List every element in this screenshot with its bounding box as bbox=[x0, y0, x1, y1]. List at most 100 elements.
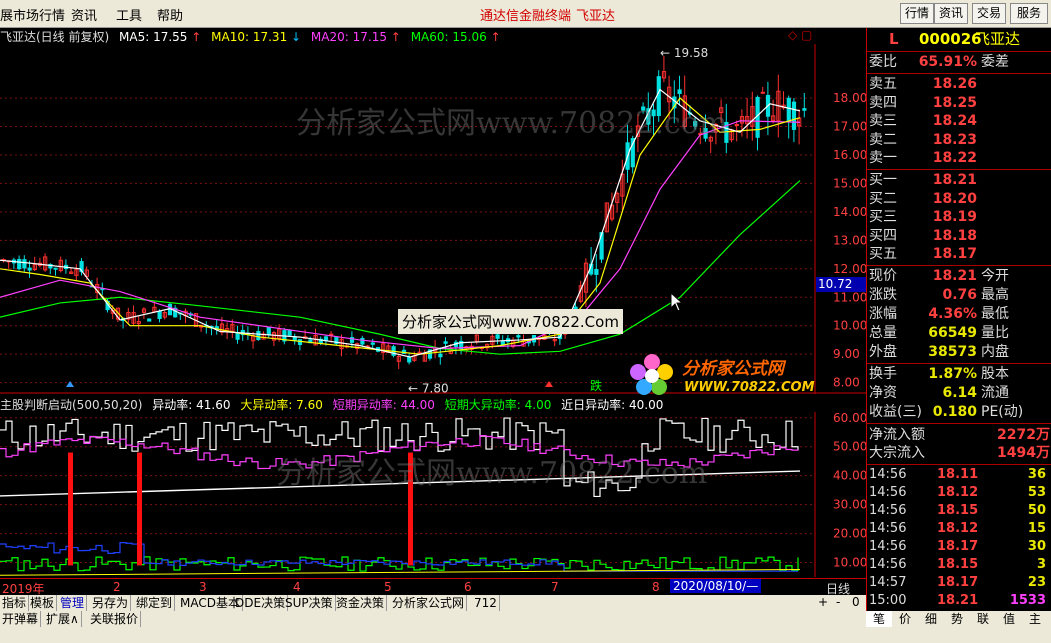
row-label: 净资 bbox=[869, 385, 897, 401]
row-label: 卖三 bbox=[869, 113, 897, 129]
tick-volume: 1533 bbox=[1009, 593, 1046, 608]
tab-link[interactable]: 联 bbox=[970, 611, 996, 627]
ma60-label: MA60: 15.06 bbox=[410, 30, 487, 44]
y-tick-label: 9.00 bbox=[833, 347, 860, 361]
ma10-arrow-icon: ↓ bbox=[291, 30, 302, 44]
menu-news[interactable]: 资讯 bbox=[71, 5, 97, 24]
zoom-reset-button[interactable]: 0 bbox=[852, 595, 860, 609]
candlestick-chart[interactable]: 18.00 17.00 16.00 15.00 14.00 13.00 12.00 11.00… bbox=[0, 44, 866, 394]
menu-market[interactable]: 展市场行情 bbox=[0, 5, 65, 24]
weibi-row: 委比 65.91% 委差 bbox=[867, 53, 1051, 71]
candle-body bbox=[677, 89, 682, 94]
candle-body bbox=[292, 336, 297, 342]
tab-bind-to[interactable]: 绑定到 bbox=[134, 595, 176, 611]
fall-marker: 跌 bbox=[590, 378, 602, 393]
tab-main[interactable]: 主 bbox=[1022, 611, 1048, 627]
row-label: 买三 bbox=[869, 209, 897, 225]
y-tick-label: 20.00 bbox=[833, 527, 866, 541]
ma20-arrow-icon: ↑ bbox=[390, 30, 401, 44]
bid-row: 买五 18.17 bbox=[867, 245, 1051, 263]
flow-row: 净流入额 2272万 bbox=[867, 426, 1051, 444]
button-market[interactable]: 行情 bbox=[900, 3, 934, 24]
row-value: 66549 bbox=[928, 325, 977, 341]
menu-tools[interactable]: 工具 bbox=[116, 5, 142, 24]
candle-body bbox=[329, 333, 334, 336]
tick-time: 14:56 bbox=[869, 557, 907, 572]
current-price-marker: 10.72 bbox=[816, 277, 866, 292]
indicator-title: 主股判断启动(500,50,20) bbox=[0, 398, 143, 412]
zoom-in-button[interactable]: + bbox=[818, 595, 828, 609]
row-value: 18.17 bbox=[932, 246, 977, 262]
row-right-label: 量比 bbox=[981, 325, 1009, 341]
y-tick-label: 60.00 bbox=[833, 412, 866, 425]
row-value: 18.20 bbox=[932, 190, 977, 207]
stat-row: 现价 18.21 今开 bbox=[867, 267, 1051, 285]
row-value: 1.87% bbox=[928, 366, 977, 382]
indicator-chart[interactable]: 60.00 50.00 40.00 30.00 20.00 10.00 bbox=[0, 412, 866, 577]
row-right-label: 最高 bbox=[981, 287, 1009, 303]
logo-text: 分析家公式网 bbox=[682, 359, 784, 379]
row-label: 换手 bbox=[869, 366, 897, 382]
date-tick: 8 bbox=[652, 580, 660, 594]
zoom-out-button[interactable]: - bbox=[836, 595, 840, 609]
tab-trend[interactable]: 势 bbox=[944, 611, 970, 627]
weibi-value: 65.91% bbox=[918, 54, 977, 70]
tab-price[interactable]: 价 bbox=[892, 611, 918, 627]
tick-volume: 15 bbox=[1027, 521, 1046, 536]
tick-price: 18.21 bbox=[937, 593, 979, 608]
row-value: 18.21 bbox=[932, 268, 977, 284]
ask-row: 卖二 18.23 bbox=[867, 131, 1051, 149]
ask-row: 卖三 18.24 bbox=[867, 112, 1051, 130]
watermark-bottom: 分析家公式网www.70822.com bbox=[276, 456, 708, 491]
tick-price: 18.12 bbox=[937, 485, 979, 500]
row-value: 4.36% bbox=[928, 306, 977, 322]
tab-formula-site[interactable]: 分析家公式网 bbox=[390, 595, 468, 611]
candle-body bbox=[786, 97, 791, 123]
site-logo: 分析家公式网 WWW.70822.COM bbox=[626, 350, 822, 398]
tab-danmaku[interactable]: 开弹幕 bbox=[0, 611, 42, 627]
tab-detail[interactable]: 细 bbox=[918, 611, 944, 627]
tab-expand[interactable]: 扩展∧ bbox=[44, 611, 82, 627]
tab-value[interactable]: 值 bbox=[996, 611, 1022, 627]
ask-row: 卖一 18.22 bbox=[867, 149, 1051, 167]
candle-body bbox=[147, 318, 152, 322]
tab-indicator[interactable]: 指标 bbox=[0, 595, 30, 611]
menu-help[interactable]: 帮助 bbox=[157, 5, 183, 24]
window-restore-icon[interactable]: ◇ ▢ bbox=[788, 28, 812, 42]
tick-row: 14:56 18.15 50 bbox=[867, 502, 1051, 520]
tick-price: 18.11 bbox=[937, 467, 979, 482]
tick-row: 14:56 18.11 36 bbox=[867, 466, 1051, 484]
button-service[interactable]: 服务 bbox=[1010, 3, 1048, 24]
tab-sup[interactable]: SUP决策 bbox=[283, 595, 336, 611]
quote-panel: L 000026 飞亚达 委比 65.91% 委差 卖五 18.26 卖四 18.25… bbox=[866, 28, 1051, 611]
menu-bar: 展市场行情 资讯 工具 帮助 通达信金融终端 飞亚达 行情 资讯 交易 服务 bbox=[0, 0, 1051, 28]
tab-dde[interactable]: DDE决策 bbox=[233, 595, 289, 611]
button-trade[interactable]: 交易 bbox=[972, 3, 1006, 24]
row-right-label: 最低 bbox=[981, 306, 1009, 322]
row-label: 买四 bbox=[869, 227, 897, 244]
tick-volume: 53 bbox=[1027, 485, 1046, 500]
tab-fund[interactable]: 资金决策 bbox=[334, 595, 388, 611]
candle-body bbox=[443, 341, 448, 344]
y-tick-label: 11.00 bbox=[833, 290, 866, 304]
tab-template[interactable]: 模板 bbox=[28, 595, 58, 611]
tick-row: 14:56 18.15 3 bbox=[867, 556, 1051, 574]
indicator-series-2: 大异动率: 7.60 bbox=[240, 398, 323, 412]
tab-save-as[interactable]: 另存为 bbox=[90, 595, 132, 611]
candle-body bbox=[734, 123, 739, 126]
stat-row: 总量 66549 量比 bbox=[867, 324, 1051, 342]
row-value: 38573 bbox=[928, 344, 977, 360]
bid-row: 买二 18.20 bbox=[867, 190, 1051, 208]
button-news[interactable]: 资讯 bbox=[934, 3, 968, 24]
indicator-line-green bbox=[0, 556, 799, 572]
tab-related-quotes[interactable]: 关联报价 bbox=[88, 611, 142, 627]
row-value: 18.26 bbox=[932, 76, 977, 92]
logo-url: WWW.70822.COM bbox=[684, 380, 815, 395]
row-label: 涨跌 bbox=[869, 287, 897, 303]
tab-712[interactable]: 712 bbox=[472, 595, 500, 611]
tab-ticks[interactable]: 笔 bbox=[866, 611, 892, 627]
indicator-series-5: 近日异动率: 40.00 bbox=[561, 398, 664, 412]
quote-panel-tabs: 笔 价 细 势 联 值 主 bbox=[866, 611, 1051, 627]
tab-manage[interactable]: 管理 bbox=[58, 595, 88, 611]
ma10-label: MA10: 17.31 bbox=[211, 30, 288, 44]
